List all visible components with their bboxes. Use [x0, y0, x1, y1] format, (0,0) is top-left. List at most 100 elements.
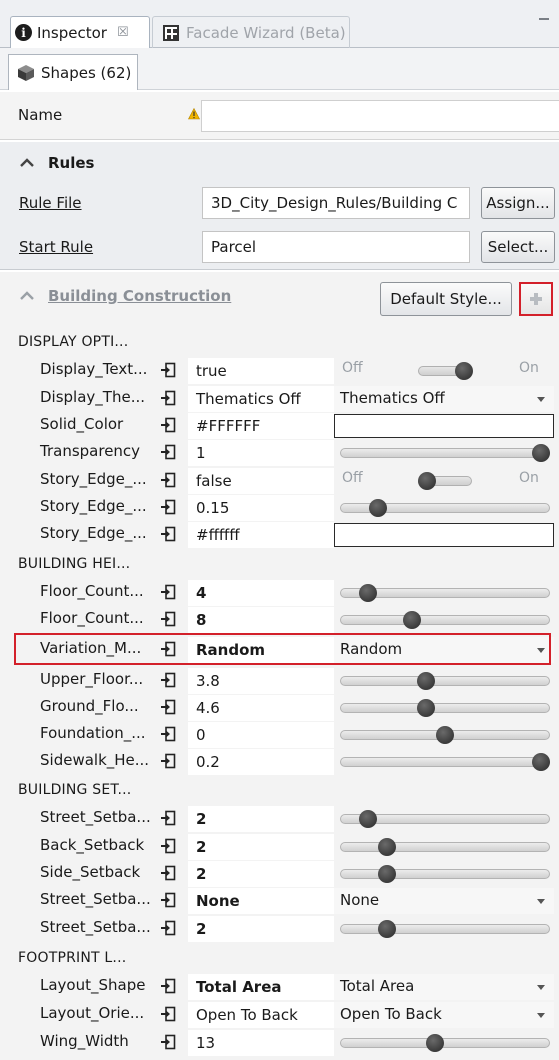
slider-knob[interactable]	[426, 1034, 445, 1052]
attr-value-field[interactable]: 0.2	[188, 749, 334, 775]
building-construction-title: Building Construction	[48, 287, 232, 305]
slider-knob[interactable]	[378, 838, 397, 856]
attr-name: Wing_Width	[40, 1032, 129, 1050]
attr-value-field[interactable]: 4.6	[188, 695, 334, 721]
attr-value-field[interactable]: 2	[188, 806, 334, 832]
slider-knob[interactable]	[532, 753, 550, 771]
link-icon[interactable]	[160, 499, 176, 515]
link-icon[interactable]	[160, 362, 176, 378]
slider-track[interactable]	[340, 615, 550, 625]
link-icon[interactable]	[160, 1006, 176, 1022]
layout-shape-dropdown[interactable]: Total Area	[334, 974, 554, 1000]
link-icon[interactable]	[160, 611, 176, 627]
slider-track[interactable]	[340, 1038, 550, 1048]
slider-knob[interactable]	[359, 810, 378, 828]
start-rule-input[interactable]: Parcel	[202, 231, 470, 263]
slider-track[interactable]	[340, 676, 550, 686]
attr-value-field[interactable]: true	[188, 358, 334, 384]
chevron-down-icon[interactable]	[537, 899, 545, 904]
link-icon[interactable]	[160, 753, 176, 769]
attr-value-field[interactable]: 2	[188, 916, 334, 942]
link-icon[interactable]	[160, 390, 176, 406]
chevron-down-icon[interactable]	[537, 985, 545, 990]
toggle-knob[interactable]	[418, 472, 436, 490]
assign-button[interactable]: Assign...	[481, 187, 555, 219]
attr-value-field[interactable]: #ffffff	[188, 522, 334, 548]
link-icon[interactable]	[160, 584, 176, 600]
attr-value-field[interactable]: #FFFFFF	[188, 413, 334, 439]
link-icon[interactable]	[160, 472, 176, 488]
attr-value-field[interactable]: Thematics Off	[188, 386, 334, 412]
slider-track[interactable]	[340, 842, 550, 852]
street-setback-dropdown[interactable]: None	[334, 888, 554, 914]
color-swatch[interactable]	[334, 523, 554, 547]
thematics-dropdown[interactable]: Thematics Off	[334, 386, 554, 412]
layout-orientation-dropdown[interactable]: Open To Back	[334, 1002, 554, 1028]
link-icon[interactable]	[160, 672, 176, 688]
slider-track[interactable]	[340, 924, 550, 934]
attr-value-field[interactable]: Total Area	[188, 974, 334, 1000]
attr-name: Upper_Floor...	[40, 670, 144, 688]
attr-value-field[interactable]: 4	[188, 580, 334, 606]
attr-value-field[interactable]: 0.15	[188, 495, 334, 521]
select-button[interactable]: Select...	[481, 231, 555, 263]
chevron-up-icon	[20, 291, 34, 300]
link-icon[interactable]	[160, 838, 176, 854]
link-icon[interactable]	[160, 526, 176, 542]
add-style-button[interactable]	[519, 282, 553, 316]
name-input[interactable]	[201, 100, 559, 132]
link-icon[interactable]	[160, 920, 176, 936]
attr-row: Wing_Width 13	[0, 1030, 559, 1056]
link-icon[interactable]	[160, 1034, 176, 1050]
slider-knob[interactable]	[378, 920, 397, 938]
attr-value-field[interactable]: 0	[188, 722, 334, 748]
attr-value-field[interactable]: false	[188, 468, 334, 494]
attr-value-field[interactable]: 1	[188, 440, 334, 466]
chevron-down-icon[interactable]	[537, 1013, 545, 1018]
attr-value-field[interactable]: 13	[188, 1030, 334, 1056]
link-icon[interactable]	[160, 892, 176, 908]
building-construction-toggle[interactable]: Building Construction	[18, 287, 231, 305]
rule-file-label[interactable]: Rule File	[19, 194, 82, 212]
attr-row: Street_Setba... 2	[0, 916, 559, 942]
attr-row: Foundation_... 0	[0, 722, 559, 748]
link-icon[interactable]	[160, 726, 176, 742]
link-icon[interactable]	[160, 417, 176, 433]
link-icon[interactable]	[160, 865, 176, 881]
color-swatch[interactable]	[334, 414, 554, 438]
slider-knob[interactable]	[416, 699, 435, 717]
chevron-down-icon[interactable]	[537, 397, 545, 402]
rules-header[interactable]: Rules	[18, 154, 94, 172]
close-icon[interactable]: ☒	[117, 25, 129, 40]
slider-track[interactable]	[340, 448, 550, 458]
link-icon[interactable]	[160, 699, 176, 715]
link-icon[interactable]	[160, 978, 176, 994]
slider-knob[interactable]	[403, 611, 422, 629]
slider-knob[interactable]	[368, 499, 387, 517]
toggle-knob[interactable]	[455, 362, 473, 380]
link-icon[interactable]	[160, 444, 176, 460]
slider-knob[interactable]	[436, 726, 454, 744]
tab-inspector[interactable]: i Inspector ☒	[10, 16, 150, 48]
slider-knob[interactable]	[378, 865, 397, 883]
attr-name: Side_Setback	[40, 863, 141, 881]
attr-value-field[interactable]: 2	[188, 861, 334, 887]
attr-value-field[interactable]: 3.8	[188, 668, 334, 694]
rule-file-input[interactable]: 3D_City_Design_Rules/Building C	[202, 187, 470, 219]
slider-track[interactable]	[340, 703, 550, 713]
link-icon[interactable]	[160, 810, 176, 826]
start-rule-label[interactable]: Start Rule	[19, 238, 93, 256]
tab-shapes[interactable]: Shapes (62)	[8, 54, 138, 90]
minimize-icon[interactable]	[539, 18, 549, 21]
slider-knob[interactable]	[532, 444, 550, 462]
tab-facade-wizard[interactable]: Facade Wizard (Beta)	[152, 16, 350, 48]
slider-knob[interactable]	[359, 584, 378, 602]
attr-value-field[interactable]: 2	[188, 834, 334, 860]
attr-value-field[interactable]: None	[188, 888, 334, 914]
slider-track[interactable]	[340, 869, 550, 879]
slider-knob[interactable]	[416, 672, 435, 690]
attr-value-field[interactable]: Open To Back	[188, 1002, 334, 1028]
default-style-button[interactable]: Default Style...	[380, 282, 512, 316]
slider-track[interactable]	[340, 757, 550, 767]
attr-value-field[interactable]: 8	[188, 607, 334, 633]
